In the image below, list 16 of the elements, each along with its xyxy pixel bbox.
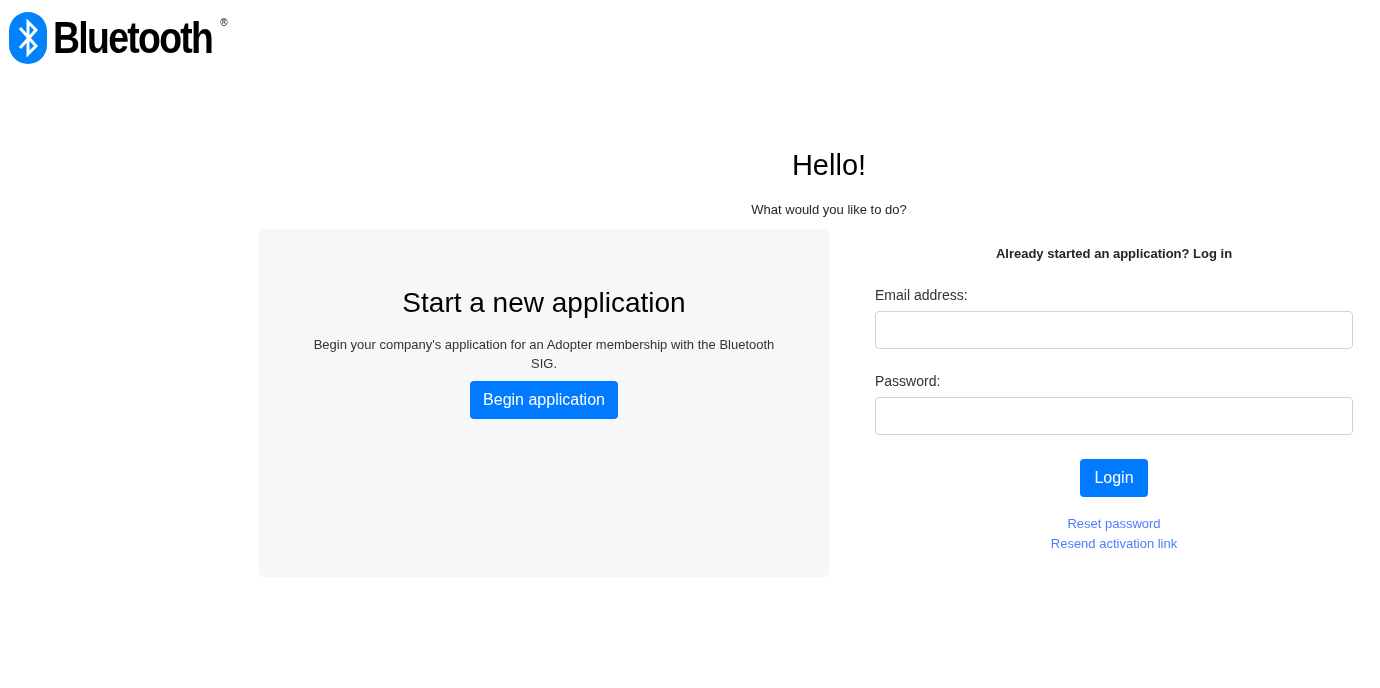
field-label: Password:	[875, 372, 942, 391]
card-description: Begin your company's application for an Adopter membership with the Bluetooth SIG.	[312, 336, 776, 373]
link[interactable]: Resend activation link	[1050, 534, 1178, 554]
card-title: Start a new application	[402, 286, 686, 320]
link[interactable]: Reset password	[1067, 514, 1161, 534]
page-heading: Hello!	[791, 148, 867, 183]
bluetooth-wordmark: Bluetooth	[53, 12, 213, 64]
input-field[interactable]	[875, 397, 1353, 435]
begin-application-button[interactable]: Begin application	[470, 381, 618, 419]
login-title: Already started an application? Log in	[994, 245, 1234, 263]
bluetooth-logo-icon	[9, 12, 47, 64]
page-subheading: What would you like to do?	[751, 201, 907, 219]
input-field[interactable]	[875, 311, 1353, 349]
login-button[interactable]: Login	[1080, 459, 1148, 497]
field-label: Email address:	[875, 286, 969, 305]
registered-mark: ®	[220, 18, 228, 28]
